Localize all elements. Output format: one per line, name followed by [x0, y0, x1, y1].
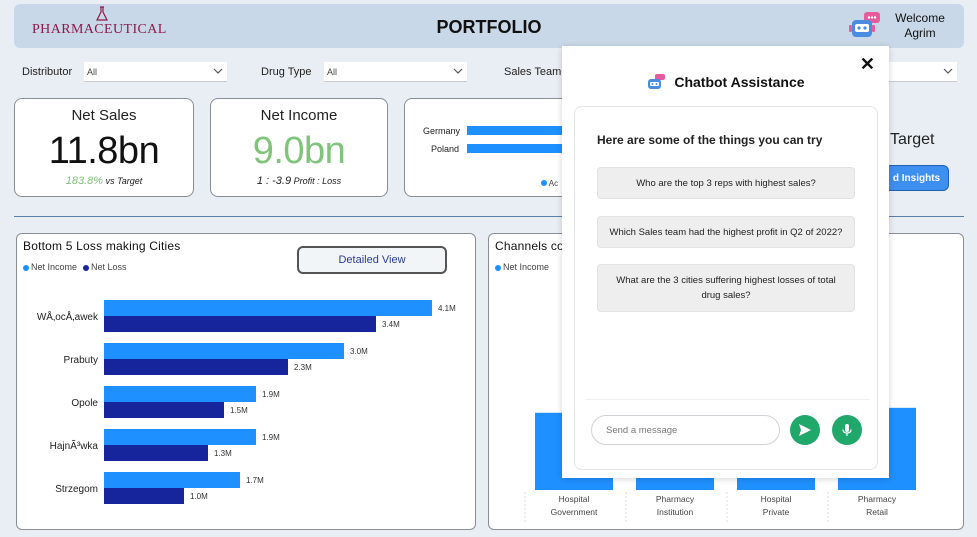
net-income-card: Net Income 9.0bn 1 : -3.9 Profit : Loss	[210, 98, 388, 197]
data-label: 1.5M	[230, 406, 248, 415]
sales-team-dropdown[interactable]	[880, 62, 957, 82]
category-label: Retail	[866, 507, 888, 517]
suggestion-chip[interactable]: What are the 3 cities suffering highest …	[597, 264, 855, 312]
data-label: 4.1M	[438, 304, 456, 313]
chatbot-icon[interactable]	[848, 10, 884, 42]
category-label: Hospital	[761, 494, 792, 504]
category-label: Pharmacy	[858, 494, 897, 504]
loss-bar[interactable]	[104, 488, 184, 504]
legend-label: Ac	[548, 179, 559, 188]
drug-type-dropdown[interactable]: All	[324, 62, 467, 82]
data-label: 2.3M	[294, 363, 312, 372]
filter-label-drug-type: Drug Type	[261, 66, 312, 78]
data-label: 1.9M	[262, 390, 280, 399]
category-label: Poland	[431, 144, 460, 154]
country-chart-card: Germany Poland Ac	[404, 98, 576, 197]
suggestion-chip[interactable]: Which Sales team had the highest profit …	[597, 216, 855, 248]
category-label: HajnÃ³wka	[50, 439, 99, 452]
chat-divider	[585, 399, 869, 400]
target-label: Target	[890, 131, 935, 148]
loss-cities-panel: Bottom 5 Loss making Cities Net Income N…	[16, 233, 476, 530]
net-income-value: 9.0bn	[252, 130, 346, 172]
category-label: Prabuty	[64, 355, 98, 366]
data-label: 3.4M	[382, 320, 400, 329]
suggestion-chip[interactable]: Who are the top 3 reps with highest sale…	[597, 167, 855, 199]
send-button[interactable]	[790, 415, 820, 445]
page-title: PORTFOLIO	[436, 17, 542, 37]
net-sales-title: Net Sales	[71, 107, 137, 124]
loss-bar[interactable]	[104, 402, 224, 418]
insights-button[interactable]: d Insights	[884, 165, 949, 191]
chat-hint: Here are some of the things you can try	[597, 133, 823, 147]
chatbot-title: Chatbot Assistance	[562, 74, 889, 90]
user-name: Agrim	[904, 26, 936, 40]
distributor-dropdown[interactable]: All	[84, 62, 227, 82]
category-label: Opole	[71, 398, 98, 409]
data-label: 1.9M	[262, 433, 280, 442]
microphone-button[interactable]	[832, 415, 862, 445]
category-label: Government	[551, 507, 598, 517]
category-label: WÅ‚ocÅ‚awek	[37, 310, 99, 323]
chat-panel: Here are some of the things you can try …	[574, 106, 878, 470]
message-input[interactable]	[591, 415, 780, 445]
profit-loss-ratio: 1 : -3.9 Profit : Loss	[211, 175, 387, 187]
category-label: Strzegom	[55, 484, 98, 495]
category-label: Germany	[423, 126, 461, 136]
chevron-down-icon	[943, 68, 953, 74]
welcome-label: Welcome	[895, 11, 945, 25]
country-bar	[467, 144, 575, 153]
data-label: 1.3M	[214, 449, 232, 458]
income-bar[interactable]	[104, 429, 256, 445]
net-income-title: Net Income	[260, 107, 338, 124]
data-label: 1.0M	[190, 492, 208, 501]
microphone-icon	[842, 424, 852, 436]
loss-cities-chart: WÅ‚ocÅ‚awek 4.1M 3.4M Prabuty 3.0M 2.3M Opole 1…	[37, 300, 456, 504]
chevron-down-icon	[213, 68, 223, 74]
filter-label-sales-team: Sales Team	[504, 66, 562, 78]
distributor-value: All	[87, 67, 98, 77]
income-bar[interactable]	[104, 472, 240, 488]
robot-icon	[648, 74, 666, 89]
category-label: Institution	[657, 507, 694, 517]
welcome-text: Welcome Agrim	[890, 11, 950, 41]
chevron-down-icon	[453, 68, 463, 74]
loss-bar[interactable]	[104, 359, 288, 375]
send-icon	[799, 424, 811, 436]
loss-bar[interactable]	[104, 445, 208, 461]
income-bar[interactable]	[104, 300, 432, 316]
ratio-value: 1 : -3.9	[256, 175, 292, 187]
header-bar: PHARMACEUTICAL PORTFOLIO Welcome Agrim	[14, 4, 964, 48]
income-bar[interactable]	[104, 386, 256, 402]
data-label: 3.0M	[350, 347, 368, 356]
filter-label-distributor: Distributor	[22, 66, 73, 78]
net-sales-delta: 183.8% vs Target	[15, 175, 193, 187]
close-icon[interactable]: ✕	[860, 54, 875, 75]
ratio-label: Profit : Loss	[293, 176, 342, 186]
chatbot-window: ✕ Chatbot Assistance Here are some of th…	[562, 46, 889, 478]
income-bar[interactable]	[104, 343, 344, 359]
category-label: Pharmacy	[656, 494, 695, 504]
category-label: Private	[763, 507, 790, 517]
data-label: 1.7M	[246, 476, 264, 485]
drug-type-value: All	[327, 67, 338, 77]
country-legend: Ac	[541, 179, 558, 188]
loss-bar[interactable]	[104, 316, 376, 332]
category-label: Hospital	[559, 494, 590, 504]
delta-label: vs Target	[105, 176, 143, 186]
delta-percent: 183.8%	[65, 175, 104, 187]
net-sales-value: 11.8bn	[48, 130, 160, 172]
legend-dot	[541, 180, 547, 186]
country-bar	[467, 126, 575, 135]
chatbot-title-text: Chatbot Assistance	[674, 74, 805, 90]
net-sales-card: Net Sales 11.8bn 183.8% vs Target	[14, 98, 194, 197]
